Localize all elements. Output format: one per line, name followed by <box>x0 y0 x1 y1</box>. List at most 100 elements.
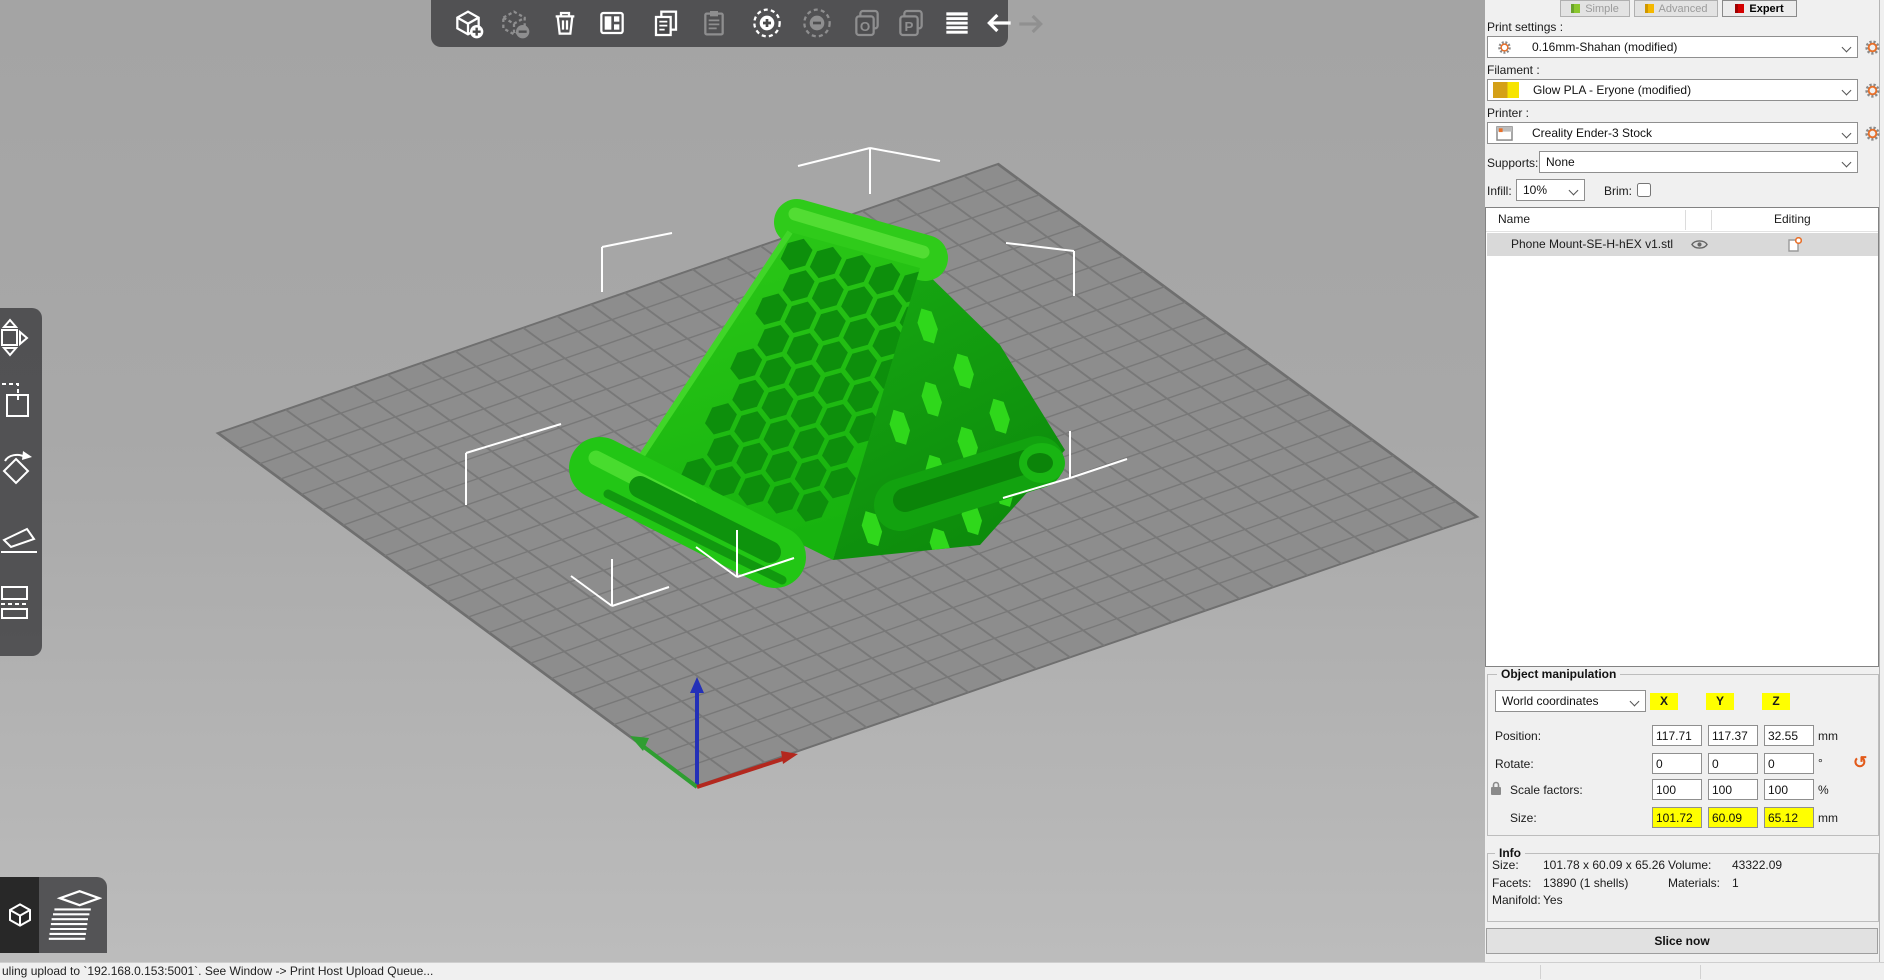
scene-canvas <box>0 0 1485 962</box>
tab-expert[interactable]: Expert <box>1722 0 1797 17</box>
object-row[interactable]: Phone Mount-SE-H-hEX v1.stl <box>1487 233 1878 256</box>
print-settings-dropdown[interactable]: 0.16mm-Shahan (modified) <box>1487 36 1858 58</box>
variable-layer-height-icon[interactable] <box>941 7 973 39</box>
printer-dropdown[interactable]: Creality Ender-3 Stock <box>1487 122 1858 144</box>
size-x-field[interactable] <box>1652 807 1702 828</box>
top-toolbar: OP <box>431 0 1008 47</box>
scale-lock-icon[interactable] <box>1490 781 1502 796</box>
move-icon[interactable] <box>1 318 41 362</box>
svg-text:O: O <box>860 19 870 34</box>
scale-x-field[interactable] <box>1652 779 1702 800</box>
preview-view-button[interactable] <box>41 877 107 953</box>
brim-checkbox[interactable] <box>1637 183 1651 197</box>
visibility-eye-icon[interactable] <box>1691 238 1708 251</box>
column-editing[interactable]: Editing <box>1774 212 1811 226</box>
preview-view-icon <box>46 886 102 944</box>
cut-icon[interactable] <box>1 584 41 628</box>
print-settings-label: Print settings : <box>1487 20 1563 34</box>
supports-label: Supports: <box>1487 156 1538 170</box>
size-label: Size: <box>1510 811 1537 825</box>
printer-gear-icon[interactable] <box>1864 125 1881 142</box>
svg-text:P: P <box>905 19 914 34</box>
viewport-3d[interactable]: OP <box>0 0 1485 962</box>
arrange-icon[interactable] <box>596 7 628 39</box>
rotate-unit: ° <box>1818 756 1823 770</box>
print-profile-icon <box>1497 40 1512 55</box>
info-manifold-label: Manifold: <box>1492 893 1541 907</box>
chevron-down-icon <box>1842 43 1852 53</box>
scale-z-field[interactable] <box>1764 779 1814 800</box>
coordinates-dropdown[interactable]: World coordinates <box>1495 690 1646 712</box>
advanced-mode-icon <box>1645 4 1654 13</box>
size-y-field[interactable] <box>1708 807 1758 828</box>
filament-label: Filament : <box>1487 63 1540 77</box>
edit-object-icon[interactable] <box>1787 237 1802 253</box>
infill-dropdown[interactable]: 10% <box>1516 179 1585 201</box>
rotate-icon[interactable] <box>1 448 41 492</box>
object-manipulation-title: Object manipulation <box>1497 667 1620 681</box>
object-list-header: Name Editing <box>1486 208 1878 232</box>
info-facets-label: Facets: <box>1492 876 1531 890</box>
left-toolbar <box>0 308 42 656</box>
object-name: Phone Mount-SE-H-hEX v1.stl <box>1511 237 1673 251</box>
info-volume-label: Volume: <box>1668 858 1711 872</box>
undo-icon[interactable] <box>984 7 1016 39</box>
axis-y-header: Y <box>1706 693 1734 710</box>
info-facets-value: 13890 (1 shells) <box>1543 876 1628 890</box>
print-settings-gear-icon[interactable] <box>1864 39 1881 56</box>
rotate-y-field[interactable] <box>1708 753 1758 774</box>
status-bar: uling upload to `192.168.0.153:5001`. Se… <box>0 962 1884 980</box>
view-toggle <box>0 877 107 953</box>
brim-label: Brim: <box>1604 184 1632 198</box>
column-name[interactable]: Name <box>1498 212 1530 226</box>
paste-icon <box>698 7 730 39</box>
split-to-objects-icon: O <box>851 7 883 39</box>
size-unit: mm <box>1818 811 1838 825</box>
chevron-down-icon <box>1842 86 1852 96</box>
status-text: uling upload to `192.168.0.153:5001`. Se… <box>0 964 433 978</box>
settings-panel: Simple Advanced Expert Print settings : … <box>1485 0 1884 962</box>
chevron-down-icon <box>1630 697 1640 707</box>
position-z-field[interactable] <box>1764 725 1814 746</box>
info-volume-value: 43322.09 <box>1732 858 1782 872</box>
scale-unit: % <box>1818 783 1829 797</box>
place-on-face-icon[interactable] <box>1 514 41 558</box>
info-manifold-value: Yes <box>1543 893 1563 907</box>
tab-simple[interactable]: Simple <box>1560 0 1630 17</box>
add-instance-icon[interactable] <box>751 7 783 39</box>
reset-rotation-icon[interactable]: ↻ <box>1853 753 1867 773</box>
simple-mode-icon <box>1571 4 1580 13</box>
editor-view-button[interactable] <box>0 877 39 953</box>
position-x-field[interactable] <box>1652 725 1702 746</box>
scale-y-field[interactable] <box>1708 779 1758 800</box>
scale-icon[interactable] <box>1 382 41 426</box>
position-label: Position: <box>1495 729 1541 743</box>
add-object-icon[interactable] <box>452 7 484 39</box>
size-z-field[interactable] <box>1764 807 1814 828</box>
expert-mode-icon <box>1735 4 1744 13</box>
delete-all-icon[interactable] <box>549 7 581 39</box>
tab-advanced[interactable]: Advanced <box>1634 0 1718 17</box>
slice-now-button[interactable]: Slice now <box>1486 928 1878 954</box>
object-list: Name Editing Phone Mount-SE-H-hEX v1.stl <box>1485 207 1879 667</box>
scale-label: Scale factors: <box>1510 783 1583 797</box>
split-to-parts-icon: P <box>895 7 927 39</box>
axis-x-header: X <box>1650 693 1678 710</box>
redo-icon <box>1014 8 1046 40</box>
copy-icon[interactable] <box>650 7 682 39</box>
rotate-z-field[interactable] <box>1764 753 1814 774</box>
filament-color-swatch <box>1493 82 1519 98</box>
panel-divider <box>1879 0 1880 962</box>
infill-label: Infill: <box>1487 184 1512 198</box>
supports-dropdown[interactable]: None <box>1539 151 1858 173</box>
filament-dropdown[interactable]: Glow PLA - Eryone (modified) <box>1487 79 1858 101</box>
filament-gear-icon[interactable] <box>1864 82 1881 99</box>
position-y-field[interactable] <box>1708 725 1758 746</box>
delete-object-icon <box>498 7 530 39</box>
chevron-down-icon <box>1842 158 1852 168</box>
chevron-down-icon <box>1569 186 1579 196</box>
rotate-x-field[interactable] <box>1652 753 1702 774</box>
info-materials-value: 1 <box>1732 876 1739 890</box>
info-materials-label: Materials: <box>1668 876 1720 890</box>
printer-label: Printer : <box>1487 106 1529 120</box>
